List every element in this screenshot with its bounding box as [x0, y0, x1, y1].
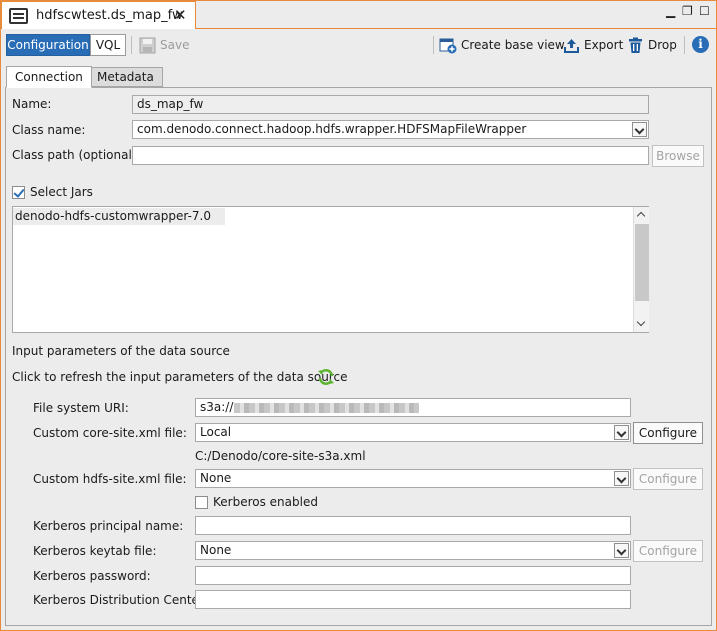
- close-icon[interactable]: ✕: [174, 6, 187, 24]
- hdfs-site-configure-button[interactable]: Configure: [633, 468, 703, 490]
- core-site-value: Local: [200, 425, 232, 439]
- kerberos-password-input[interactable]: [195, 566, 631, 585]
- toolbar-separator: [433, 36, 434, 54]
- refresh-icon[interactable]: [317, 368, 335, 386]
- chevron-down-icon[interactable]: [614, 425, 629, 440]
- save-button[interactable]: Save: [139, 36, 189, 54]
- name-label: Name:: [12, 97, 52, 111]
- core-site-select[interactable]: Local: [195, 423, 631, 442]
- kerberos-keytab-label: Kerberos keytab file:: [33, 544, 157, 558]
- class-path-label: Class path (optional):: [12, 148, 141, 162]
- fs-uri-value: s3a://: [200, 400, 234, 414]
- kerberos-enabled-checkbox[interactable]: [195, 496, 208, 509]
- save-label: Save: [160, 38, 190, 52]
- save-icon: [139, 37, 156, 53]
- tab-metadata[interactable]: Metadata: [88, 67, 163, 87]
- drop-label: Drop: [648, 38, 677, 52]
- core-site-label: Custom core-site.xml file:: [33, 426, 187, 440]
- drop-button[interactable]: Drop: [627, 36, 677, 54]
- scrollbar-thumb[interactable]: [635, 224, 649, 301]
- jar-list-scrollbar[interactable]: [633, 207, 649, 332]
- kerberos-enabled-label: Kerberos enabled: [213, 495, 318, 509]
- editor-tab[interactable]: hdfscwtest.ds_map_fw ✕: [1, 1, 196, 29]
- datasource-window-icon: [9, 8, 28, 24]
- editor-tab-title: hdfscwtest.ds_map_fw: [36, 8, 183, 23]
- hdfs-site-select[interactable]: None: [195, 469, 631, 488]
- vql-button[interactable]: VQL: [90, 34, 126, 56]
- kerberos-keytab-configure-button[interactable]: Configure: [633, 540, 703, 562]
- fs-uri-label: File system URI:: [33, 401, 129, 415]
- tab-connection[interactable]: Connection: [6, 66, 92, 88]
- hdfs-site-label: Custom hdfs-site.xml file:: [33, 472, 187, 486]
- class-name-select[interactable]: com.denodo.connect.hadoop.hdfs.wrapper.H…: [132, 120, 649, 139]
- configuration-button[interactable]: Configuration: [6, 34, 90, 56]
- maximize-icon[interactable]: ☐: [699, 4, 710, 18]
- scroll-down-icon[interactable]: [636, 317, 646, 327]
- export-icon: [564, 38, 579, 53]
- select-jars-checkbox[interactable]: [12, 186, 25, 199]
- create-view-icon: [439, 38, 457, 53]
- kerberos-keytab-value: None: [200, 543, 232, 557]
- name-field: ds_map_fw: [132, 95, 649, 114]
- hdfs-site-value: None: [200, 471, 232, 485]
- info-icon[interactable]: i: [692, 36, 709, 53]
- create-base-view-label: Create base view: [461, 38, 565, 52]
- refresh-text: Click to refresh the input parameters of…: [12, 370, 348, 384]
- chevron-down-icon[interactable]: [614, 543, 629, 558]
- jar-list[interactable]: denodo-hdfs-customwrapper-7.0: [12, 206, 649, 333]
- kerberos-kdc-label: Kerberos Distribution Center:: [33, 593, 208, 607]
- chevron-down-icon[interactable]: [614, 471, 629, 486]
- toolbar-separator: [684, 36, 685, 54]
- core-site-path: C:/Denodo/core-site-s3a.xml: [195, 449, 366, 463]
- redacted-text: [234, 402, 420, 413]
- list-item[interactable]: denodo-hdfs-customwrapper-7.0: [13, 208, 225, 225]
- minimize-icon[interactable]: ▁: [666, 4, 675, 18]
- tab-strip-divider: [196, 28, 716, 29]
- export-label: Export: [584, 38, 624, 52]
- restore-icon[interactable]: ❐: [682, 4, 693, 18]
- core-site-configure-button[interactable]: Configure: [633, 422, 703, 444]
- chevron-down-icon[interactable]: [632, 122, 647, 137]
- export-button[interactable]: Export: [563, 36, 623, 54]
- kerberos-principal-input[interactable]: [195, 516, 631, 535]
- kerberos-kdc-input[interactable]: [195, 590, 631, 609]
- scroll-up-icon[interactable]: [636, 211, 646, 221]
- input-params-heading: Input parameters of the data source: [12, 344, 230, 358]
- class-name-label: Class name:: [12, 123, 86, 137]
- fs-uri-input[interactable]: s3a://: [195, 398, 631, 417]
- trash-icon: [629, 37, 642, 53]
- kerberos-password-label: Kerberos password:: [33, 569, 151, 583]
- class-name-value: com.denodo.connect.hadoop.hdfs.wrapper.H…: [137, 122, 527, 136]
- kerberos-keytab-select[interactable]: None: [195, 541, 631, 560]
- create-base-view-button[interactable]: Create base view: [439, 36, 565, 54]
- toolbar-separator: [131, 36, 132, 54]
- browse-button[interactable]: Browse: [652, 145, 704, 167]
- select-jars-label: Select Jars: [30, 185, 93, 199]
- class-path-input[interactable]: [132, 146, 649, 165]
- kerberos-principal-label: Kerberos principal name:: [33, 519, 184, 533]
